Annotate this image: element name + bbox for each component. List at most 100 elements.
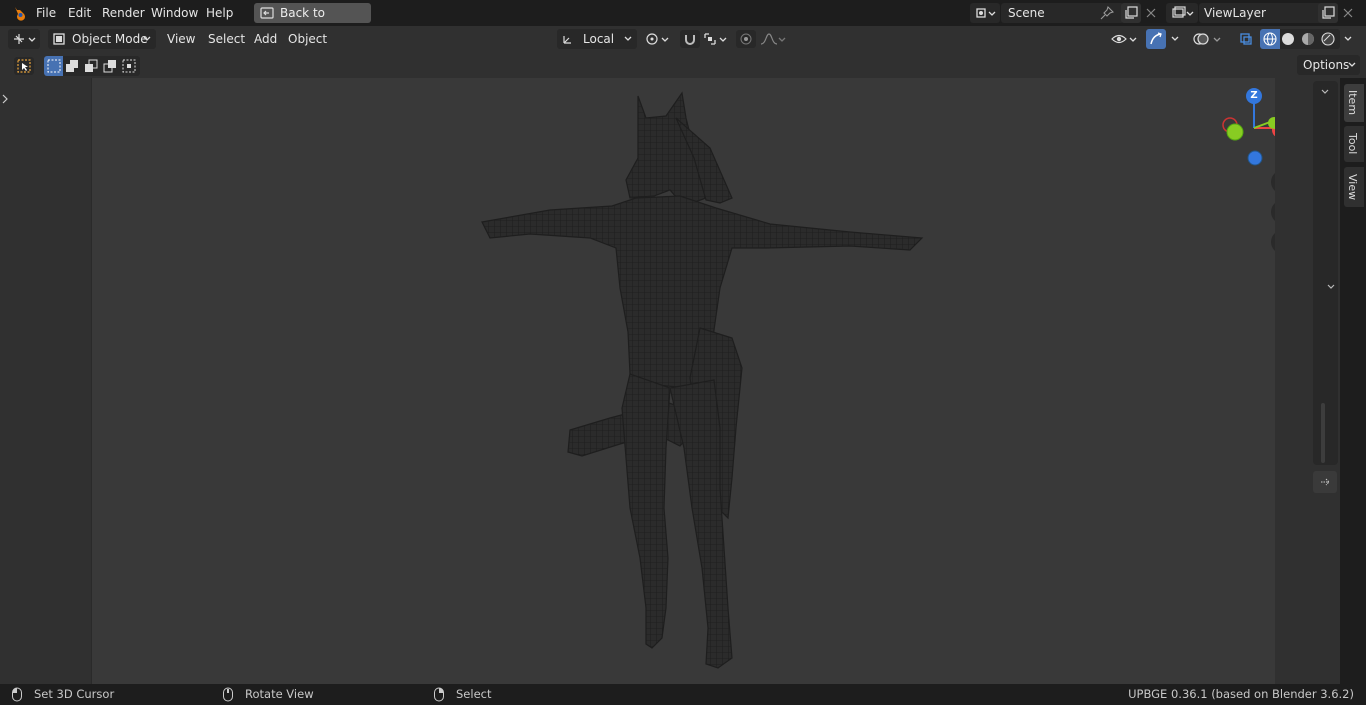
solid-shading-button[interactable] [1281,32,1295,46]
gizmo-icon [1149,32,1163,46]
render-layers-icon [1171,6,1195,20]
sidebar-tab-view[interactable]: View [1344,167,1364,207]
selection-mode-group [44,56,140,76]
header-menu-view[interactable]: View [167,26,195,52]
select-extend-icon [65,59,79,73]
sidebar-scroll-panel[interactable] [1313,81,1338,465]
menu-help[interactable]: Help [200,0,239,26]
snap-toggle[interactable] [680,30,700,48]
object-mode-icon [52,32,66,46]
arrow-right-icon [1319,476,1331,488]
select-intersect-icon [122,59,136,73]
header-menu-object[interactable]: Object [288,26,327,52]
active-tool-button[interactable] [14,57,34,75]
status-hint-rotate-view: Rotate View [245,687,314,701]
select-new-icon [47,59,61,73]
chevron-right-icon[interactable] [1,92,9,106]
scene-browse-button[interactable] [970,3,1000,23]
menu-render[interactable]: Render [96,0,151,26]
snap-target-icon[interactable] [703,32,731,46]
sidebar-tab-tool[interactable]: Tool [1344,126,1364,162]
wireframe-character-mesh[interactable] [470,88,940,678]
rendered-sphere-icon [1321,32,1335,46]
material-shading-button[interactable] [1301,32,1315,46]
menu-window[interactable]: Window [145,0,204,26]
new-viewlayer-button[interactable] [1318,3,1338,23]
eye-icon [1110,31,1140,47]
menu-file[interactable]: File [30,0,62,26]
chevron-down-icon[interactable] [1326,282,1336,292]
chevron-down-icon[interactable] [1320,87,1330,97]
chevron-down-icon [623,32,633,46]
header-menu-add[interactable]: Add [254,26,277,52]
back-to-previous-button[interactable]: Back to Previous [254,3,371,40]
scene-selector[interactable]: Scene [970,3,1158,23]
editor-type-dropdown[interactable] [8,29,40,49]
material-sphere-icon [1301,32,1315,46]
pivot-point-icon[interactable] [645,32,673,46]
back-icon [260,6,274,20]
chevron-down-icon [1347,58,1357,72]
gizmo-toggle[interactable] [1146,29,1166,49]
viewport-header: Object Mode View Select Add Object Local [0,26,1366,52]
pin-icon[interactable] [1100,6,1114,20]
xray-toggle[interactable] [1236,29,1256,49]
duplicate-icon [1124,6,1138,20]
select-subtract-button[interactable] [84,59,98,73]
transform-orientation-dropdown[interactable]: Local [557,29,637,49]
menu-edit[interactable]: Edit [62,0,97,26]
app-logo-icon[interactable] [11,6,27,21]
select-extend-button[interactable] [65,59,79,73]
mouse-right-icon [433,687,445,702]
chevron-down-icon[interactable] [1169,32,1181,46]
visibility-dropdown[interactable] [1110,31,1140,47]
select-invert-button[interactable] [103,59,117,73]
sidebar-tab-item-label: Item [1346,90,1359,116]
chevron-down-icon [142,32,152,46]
mouse-middle-icon [222,687,234,702]
sidebar-panel-region [1275,78,1340,684]
overlays-dropdown[interactable] [1192,31,1224,47]
viewlayer-selector[interactable]: ViewLayer [1166,3,1362,23]
mode-dropdown[interactable]: Object Mode [48,29,156,49]
proportional-edit-toggle[interactable] [736,30,756,48]
viewlayer-name: ViewLayer [1204,6,1266,20]
status-hint-set-cursor: Set 3D Cursor [34,687,115,701]
duplicate-icon [1321,6,1335,20]
shading-mode-group [1260,29,1340,49]
options-label: Options [1303,58,1350,72]
header-menu-select[interactable]: Select [208,26,245,52]
rendered-shading-button[interactable] [1321,32,1335,46]
scene-icon [975,6,997,20]
sidebar-tab-item[interactable]: Item [1344,84,1364,122]
viewlayer-name-field[interactable]: ViewLayer [1199,3,1322,23]
scrollbar-thumb[interactable] [1321,403,1325,463]
close-icon[interactable] [1144,6,1158,20]
select-intersect-button[interactable] [122,59,136,73]
mouse-left-icon [11,687,23,702]
tool-settings-header: Options [0,52,1366,78]
new-scene-button[interactable] [1121,3,1141,23]
scene-name: Scene [1008,6,1045,20]
status-hint-select: Select [456,687,492,701]
gizmo-z-label: Z [1250,90,1258,101]
select-box-tool-icon [17,59,31,73]
viewlayer-browse-button[interactable] [1166,3,1198,23]
magnet-icon [683,32,697,46]
mode-label: Object Mode [72,32,148,46]
wireframe-sphere-icon [1263,32,1277,46]
options-dropdown[interactable]: Options [1297,55,1360,75]
close-icon[interactable] [1341,6,1355,20]
top-menubar: File Edit Render Window Help Back to Pre… [0,0,1366,40]
sidebar-toggle-button[interactable] [1313,471,1337,493]
sidebar-tab-tool-label: Tool [1346,133,1359,155]
3d-viewport-icon [12,32,40,46]
chevron-down-icon[interactable] [1342,32,1354,46]
solid-sphere-icon [1281,32,1295,46]
toolbar-region [0,78,92,684]
xray-icon [1239,32,1253,46]
select-new-button[interactable] [44,56,63,76]
falloff-icon[interactable] [760,32,788,46]
wireframe-shading-button[interactable] [1260,29,1280,49]
select-subtract-icon [84,59,98,73]
